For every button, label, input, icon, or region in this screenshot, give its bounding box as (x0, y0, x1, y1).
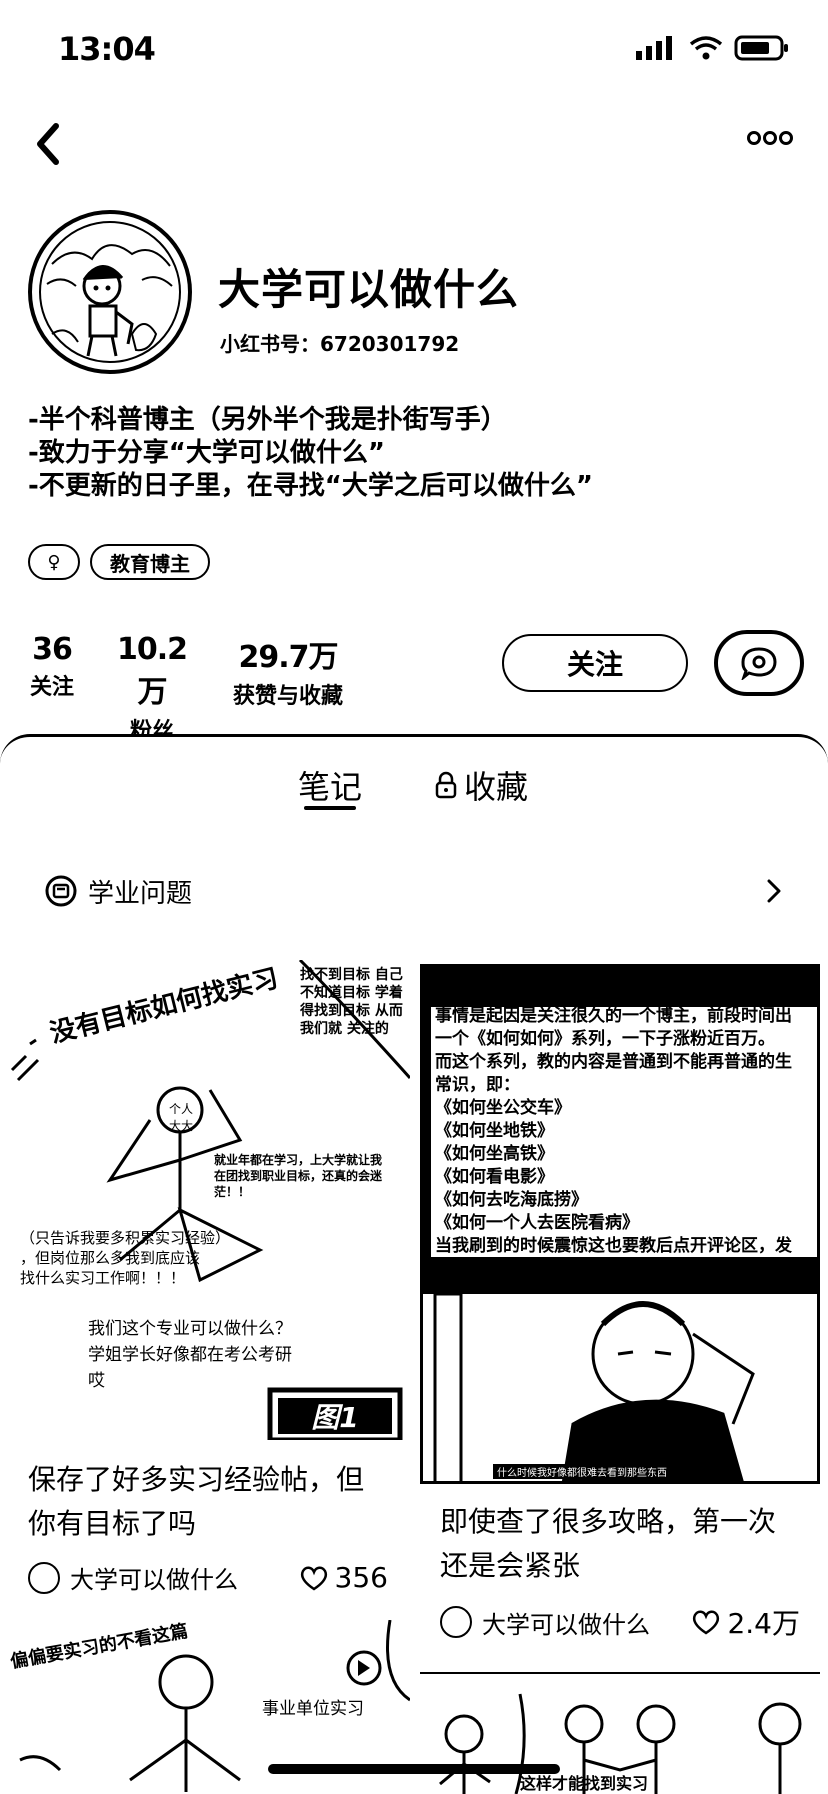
stat-label: 关注 (29, 675, 74, 700)
note-image-figure-label: 图1 (311, 1401, 359, 1434)
profile-avatar[interactable] (28, 210, 192, 374)
heart-icon (300, 1566, 327, 1591)
collection-row[interactable]: 学业问题 (44, 868, 784, 914)
note-image-top-right-text: 找不到目标 自己不知道目标 学着得找到目标 从而我们就 关注的 (300, 967, 403, 1037)
photo-caption: 什么时候我好像都很难去看到那些东西 (493, 1464, 671, 1479)
category-tag[interactable]: 教育博主 (90, 544, 210, 580)
note-photo[interactable]: 什么时候我好像都很难去看到那些东西 (420, 1294, 820, 1484)
note-image-side-note: 就业年都在学习，上大学就让我在团找到职业目标，还真的会迷茫！！ (214, 1153, 383, 1199)
signal-icon (636, 36, 672, 60)
note-image-text-block: 事情是起因是关注很久的一个博主，前段时间出 一个《如何如何》系列，一下子涨粉近百… (435, 1005, 792, 1281)
chevron-left-icon (37, 123, 59, 165)
note-line: 一个《如何如何》系列，一下子涨粉近百万。 (435, 1029, 775, 1049)
avatar-illustration (39, 221, 181, 363)
author-name[interactable]: 大学可以做什么 (482, 1605, 691, 1640)
note-line: 《如何坐公交车》 (435, 1098, 571, 1118)
stat-likes-collects[interactable]: 29.7万 获赞与收藏 (226, 632, 350, 710)
stat-followers[interactable]: 10.2万 粉丝 (104, 632, 200, 745)
author-name[interactable]: 大学可以做什么 (70, 1560, 299, 1595)
note-card-image[interactable]: 事情是起因是关注很久的一个博主，前段时间出 一个《如何如何》系列，一下子涨粉近百… (420, 964, 820, 1294)
note-image-bottom-note: （只告诉我要多积累实习经验） ，但岗位那么多我到底应该 找什么实习工作啊！！！ (20, 1228, 230, 1288)
note-line: 当我刷到的时候震惊这也要教后点开评论区，发 (435, 1236, 792, 1256)
note-line: ，但岗位那么多我到底应该 (20, 1249, 201, 1267)
tab-label: 收藏 (464, 768, 529, 806)
chat-bubble-icon (741, 647, 777, 680)
more-dots-icon (747, 131, 793, 145)
chevron-right-icon (767, 879, 781, 903)
note-line: 《如何坐高铁》 (435, 1144, 554, 1164)
note-line: 《如何坐地铁》 (435, 1121, 554, 1141)
note-line: （只告诉我要多积累实习经验） (20, 1229, 231, 1247)
note-line: 常识，即： (435, 1075, 520, 1095)
tab-label: 笔记 (298, 768, 363, 806)
bio-line: -致力于分享“大学可以做什么” (28, 438, 385, 468)
bio-line: -半个科普博主（另外半个我是扑街写手） (28, 405, 507, 435)
photo-illustration (433, 1294, 755, 1481)
like-button[interactable]: 356 (299, 1561, 388, 1594)
profile-name: 大学可以做什么 (218, 265, 520, 314)
status-icons (634, 34, 790, 62)
message-button[interactable] (714, 630, 804, 696)
follow-button[interactable]: 关注 (502, 634, 688, 692)
note-line: 找什么实习工作啊！！！ (20, 1269, 186, 1287)
gender-tag: ♀ (28, 544, 80, 580)
stat-following[interactable]: 36 关注 (28, 632, 76, 701)
note-image-label: 事业单位实习 (262, 1699, 364, 1719)
collection-icon (45, 875, 77, 907)
note-line: 《如何一个人去医院看病》 (435, 1213, 639, 1233)
note-image-question: 我们这个专业可以做什么？学姐学长好像都在考公考研哎 (88, 1319, 292, 1391)
note-line: 而这个系列，教的内容是普通到不能再普通的生 (435, 1052, 792, 1072)
note-meta: 大学可以做什么 356 (28, 1560, 388, 1595)
tab-notes[interactable]: 笔记 (298, 762, 362, 808)
collection-label: 学业问题 (88, 878, 193, 909)
stat-value: 10.2万 (116, 632, 188, 710)
like-button[interactable]: 2.4万 (691, 1602, 800, 1642)
stat-value: 36 (32, 632, 73, 667)
profile-id: 小红书号：6720301792 (220, 332, 460, 356)
home-indicator[interactable] (268, 1764, 560, 1774)
note-line: 事情是起因是关注很久的一个博主，前段时间出 (435, 1006, 792, 1026)
profile-bio: -半个科普博主（另外半个我是扑街写手） -致力于分享“大学可以做什么” -不更新… (28, 404, 593, 503)
like-count: 356 (334, 1561, 388, 1594)
author-avatar[interactable] (440, 1606, 472, 1638)
status-time: 13:04 (58, 30, 156, 68)
stat-label: 获赞与收藏 (232, 684, 343, 709)
tab-active-indicator (304, 806, 356, 810)
stat-value: 29.7万 (238, 640, 338, 675)
author-avatar[interactable] (28, 1561, 60, 1594)
heart-icon (693, 1610, 720, 1635)
more-options-button[interactable] (746, 126, 794, 150)
battery-icon (734, 35, 788, 61)
tab-collections[interactable]: 收藏 (434, 762, 528, 808)
note-meta: 大学可以做什么 2.4万 (440, 1602, 800, 1642)
wifi-icon (689, 36, 723, 60)
note-title[interactable]: 即使查了很多攻略，第一次还是会紧张 (440, 1500, 800, 1588)
lock-icon (435, 771, 457, 799)
bio-line: -不更新的日子里，在寻找“大学之后可以做什么” (28, 471, 593, 501)
note-line: 自己也成了那个“何不食肉糜”的高傲的“城市人 (435, 1259, 792, 1279)
note-image-stick-head: 个人大大 (168, 1102, 193, 1133)
note-line: 《如何看电影》 (435, 1167, 554, 1187)
note-line: 《如何去吃海底捞》 (435, 1190, 588, 1210)
note-title[interactable]: 保存了好多实习经验帖，但你有目标了吗 (28, 1458, 388, 1546)
like-count: 2.4万 (727, 1607, 800, 1640)
back-button[interactable] (28, 112, 68, 172)
